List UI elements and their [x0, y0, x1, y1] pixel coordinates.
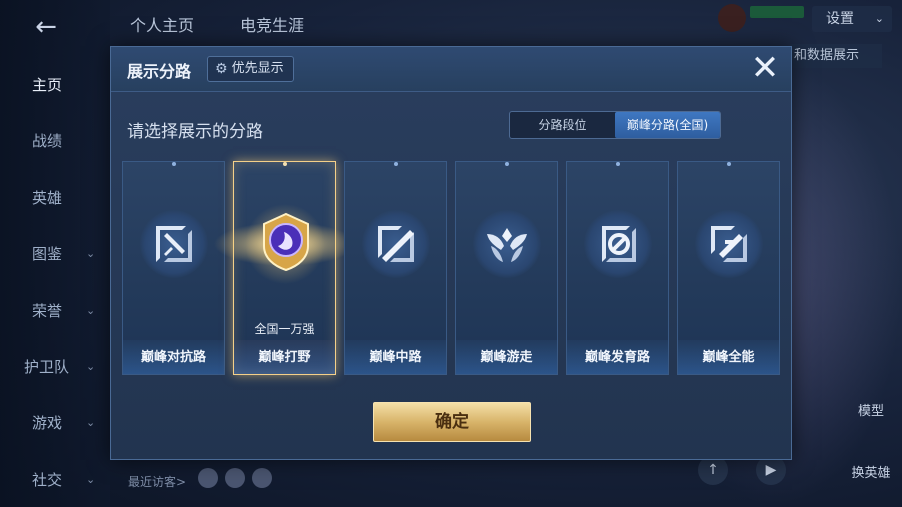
all-round-icon — [711, 226, 747, 262]
sidebar-item-label: 图鉴 — [32, 244, 63, 263]
sidebar-item-home[interactable]: 主页 — [0, 64, 110, 104]
tab-peak-lane-national[interactable]: 巅峰分路(全国) — [615, 112, 720, 138]
card-pip — [282, 162, 287, 166]
lane-card-mid[interactable]: 巅峰中路 — [344, 161, 447, 375]
chevron-down-icon: ⌄ — [86, 415, 96, 429]
dialog-header: 展示分路 ⚙ 优先显示 ✕ — [111, 47, 791, 92]
chevron-down-icon: ⌄ — [86, 246, 96, 260]
tab-lane-rank[interactable]: 分路段位 — [510, 112, 615, 138]
lane-card-list: 巅峰对抗路 全国一万强 巅峰打野 巅峰中路 巅峰游走 巅峰发育路 巅峰全能 — [122, 161, 782, 375]
settings-label: 设置 — [826, 11, 854, 27]
tab-profile[interactable]: 个人主页 — [130, 12, 194, 36]
lane-card-jungle[interactable]: 全国一万强 巅峰打野 — [214, 161, 356, 375]
sidebar-item-guard[interactable]: 护卫队 ⌄ — [0, 346, 110, 386]
sidebar-item-label: 游戏 — [32, 413, 63, 432]
card-pip — [504, 162, 509, 166]
lane-display-dialog: 展示分路 ⚙ 优先显示 ✕ 请选择展示的分路 分路段位 巅峰分路(全国) 巅峰对… — [110, 46, 792, 460]
farm-lane-icon — [602, 226, 636, 262]
jungle-medal-icon — [263, 212, 309, 272]
card-pip — [171, 162, 176, 166]
section-title: 请选择展示的分路 — [127, 122, 263, 142]
mid-lane-icon — [378, 226, 414, 262]
settings-button[interactable]: 设置 ⌄ — [812, 6, 892, 32]
sidebar-item-label: 英雄 — [32, 188, 63, 207]
sidebar: ← 主页 战绩 英雄 图鉴 ⌄ 荣誉 ⌄ 护卫队 ⌄ 游戏 ⌄ 社交 ⌄ — [0, 0, 110, 507]
model-button[interactable]: 模型 — [848, 400, 894, 419]
confirm-button[interactable]: 确定 — [373, 402, 531, 442]
card-pip — [615, 162, 620, 166]
sidebar-item-heroes[interactable]: 英雄 — [0, 177, 110, 217]
sidebar-item-label: 社交 — [32, 470, 63, 489]
avatar[interactable] — [718, 4, 746, 32]
lane-card-top[interactable]: 巅峰对抗路 — [122, 161, 225, 375]
chevron-down-icon: ⌄ — [86, 472, 96, 486]
sidebar-item-record[interactable]: 战绩 — [0, 120, 110, 160]
chevron-down-icon: ⌄ — [86, 359, 96, 373]
gear-icon: ⚙ — [215, 61, 228, 77]
lane-card-label: 巅峰全能 — [702, 350, 755, 365]
lane-card-label: 巅峰中路 — [369, 350, 422, 365]
lane-card-label: 巅峰对抗路 — [140, 350, 206, 365]
data-display-button[interactable]: 和数据展示 — [790, 44, 882, 68]
back-arrow-icon[interactable]: ← — [22, 14, 70, 40]
lane-card-label: 巅峰发育路 — [584, 350, 650, 365]
card-pip — [726, 162, 731, 166]
sidebar-item-label: 荣誉 — [32, 301, 63, 320]
lane-mode-toggle: 分路段位 巅峰分路(全国) — [509, 111, 721, 139]
visitor-avatar[interactable] — [252, 468, 272, 488]
status-badge — [750, 6, 804, 18]
rank-label: 全国一万强 — [254, 322, 315, 336]
priority-display-label: 优先显示 — [231, 61, 284, 76]
card-pip — [393, 162, 398, 166]
sidebar-item-label: 护卫队 — [24, 357, 70, 376]
priority-display-button[interactable]: ⚙ 优先显示 — [207, 56, 294, 82]
lane-card-label: 巅峰游走 — [480, 350, 533, 365]
lane-card-roam[interactable]: 巅峰游走 — [455, 161, 558, 375]
sword-lane-icon — [156, 226, 192, 262]
lane-card-label: 巅峰打野 — [258, 350, 311, 365]
sidebar-item-label: 战绩 — [32, 131, 63, 150]
visitor-avatar[interactable] — [198, 468, 218, 488]
swap-hero-button[interactable]: 换英雄 — [846, 462, 896, 481]
sidebar-item-game[interactable]: 游戏 ⌄ — [0, 402, 110, 442]
chevron-down-icon: ⌄ — [874, 12, 884, 25]
dialog-title: 展示分路 — [127, 62, 192, 81]
visitor-avatar[interactable] — [225, 468, 245, 488]
roam-wings-icon — [487, 228, 527, 262]
chevron-down-icon: ⌄ — [86, 303, 96, 317]
sidebar-item-label: 主页 — [32, 75, 63, 94]
lane-card-all-round[interactable]: 巅峰全能 — [677, 161, 780, 375]
sidebar-item-social[interactable]: 社交 ⌄ — [0, 459, 110, 499]
recent-visitors-link[interactable]: 最近访客> — [128, 473, 186, 490]
tab-esports-career[interactable]: 电竞生涯 — [240, 12, 304, 36]
lane-card-farm[interactable]: 巅峰发育路 — [566, 161, 669, 375]
sidebar-item-handbook[interactable]: 图鉴 ⌄ — [0, 233, 110, 273]
close-icon[interactable]: ✕ — [747, 51, 783, 87]
sidebar-item-honor[interactable]: 荣誉 ⌄ — [0, 290, 110, 330]
